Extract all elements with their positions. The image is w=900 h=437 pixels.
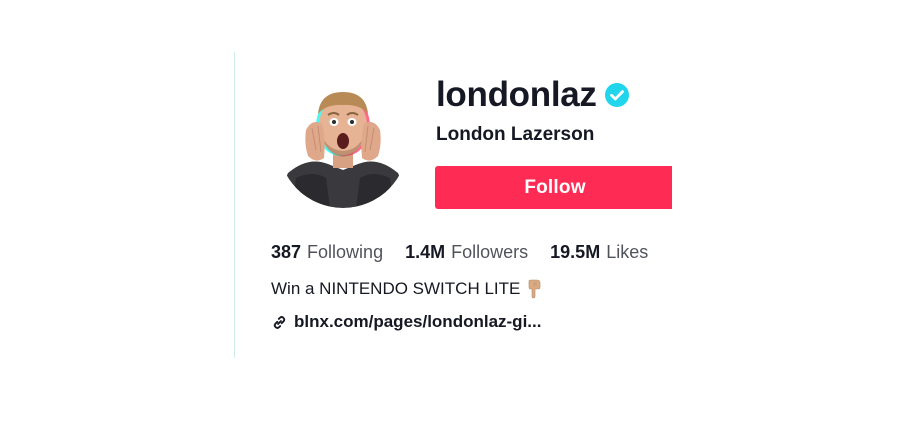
stat-following-count: 387 [271, 242, 302, 262]
stat-followers[interactable]: 1.4M Followers [405, 240, 528, 264]
stat-likes-label: Likes [606, 242, 649, 262]
profile-link[interactable]: blnx.com/pages/londonlaz-gi... [271, 311, 541, 333]
username: londonlaz [436, 75, 597, 114]
avatar[interactable] [278, 78, 408, 208]
username-row: londonlaz [436, 74, 629, 116]
stat-followers-label: Followers [451, 242, 529, 262]
bio: Win a NINTENDO SWITCH LITE [271, 278, 542, 300]
stat-likes: 19.5M Likes [550, 240, 648, 264]
stat-followers-count: 1.4M [405, 242, 446, 262]
left-divider [234, 52, 235, 358]
profile-header: londonlaz London Lazerson Follow 387 Fol… [236, 52, 672, 358]
avatar-image [278, 78, 408, 208]
link-icon [273, 315, 286, 329]
follow-button[interactable]: Follow [435, 166, 672, 209]
pointing-down-hand-icon [529, 279, 541, 299]
stat-following-label: Following [307, 242, 384, 262]
profile-stats: 387 Following 1.4M Followers 19.5M Likes [271, 240, 670, 264]
profile-link-text: blnx.com/pages/londonlaz-gi... [294, 312, 542, 331]
stat-following[interactable]: 387 Following [271, 240, 383, 264]
bio-text: Win a NINTENDO SWITCH LITE [271, 279, 521, 298]
display-name: London Lazerson [436, 124, 595, 145]
stat-likes-count: 19.5M [550, 242, 601, 262]
verified-badge-icon [604, 83, 629, 107]
